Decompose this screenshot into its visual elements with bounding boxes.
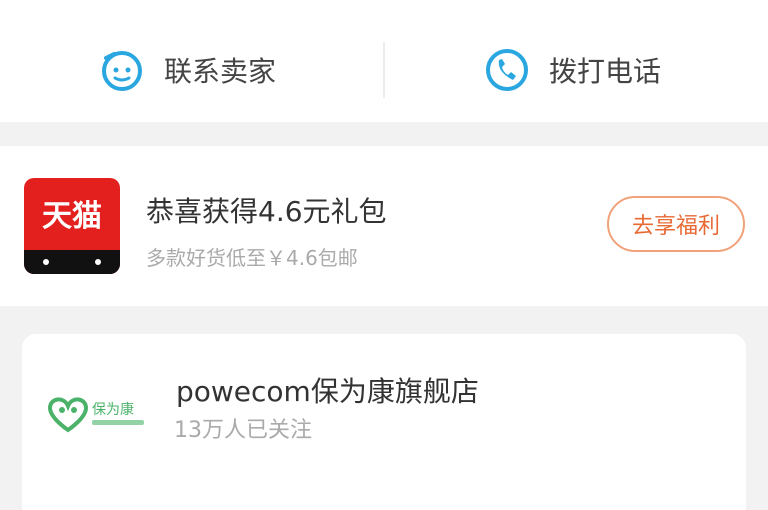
shop-card[interactable]: 保为康 powecom保为康旗舰店 13万人已关注 [22,334,746,510]
shop-logo: 保为康 [47,397,144,433]
divider [383,42,385,98]
call-phone-button[interactable]: 拨打电话 [485,40,661,100]
chat-face-icon [102,51,142,91]
contact-seller-label: 联系卖家 [164,55,277,88]
svg-text:保为康: 保为康 [92,401,134,418]
gift-card: 天猫 恭喜获得4.6元礼包 多款好货低至￥4.6包邮 去享福利 [0,146,768,306]
shop-followers: 13万人已关注 [174,418,312,443]
shop-name: powecom保为康旗舰店 [176,375,479,408]
svg-text:天猫: 天猫 [42,199,102,234]
phone-icon [486,49,528,91]
tmall-logo: 天猫 [24,178,120,274]
gift-title: 恭喜获得4.6元礼包 [146,195,387,228]
call-phone-label: 拨打电话 [549,55,662,88]
gift-subtitle: 多款好货低至￥4.6包邮 [146,246,358,270]
contact-bar: 联系卖家 拨打电话 [0,0,768,122]
contact-seller-button[interactable]: 联系卖家 [100,40,276,100]
get-benefit-button[interactable]: 去享福利 [607,196,745,252]
